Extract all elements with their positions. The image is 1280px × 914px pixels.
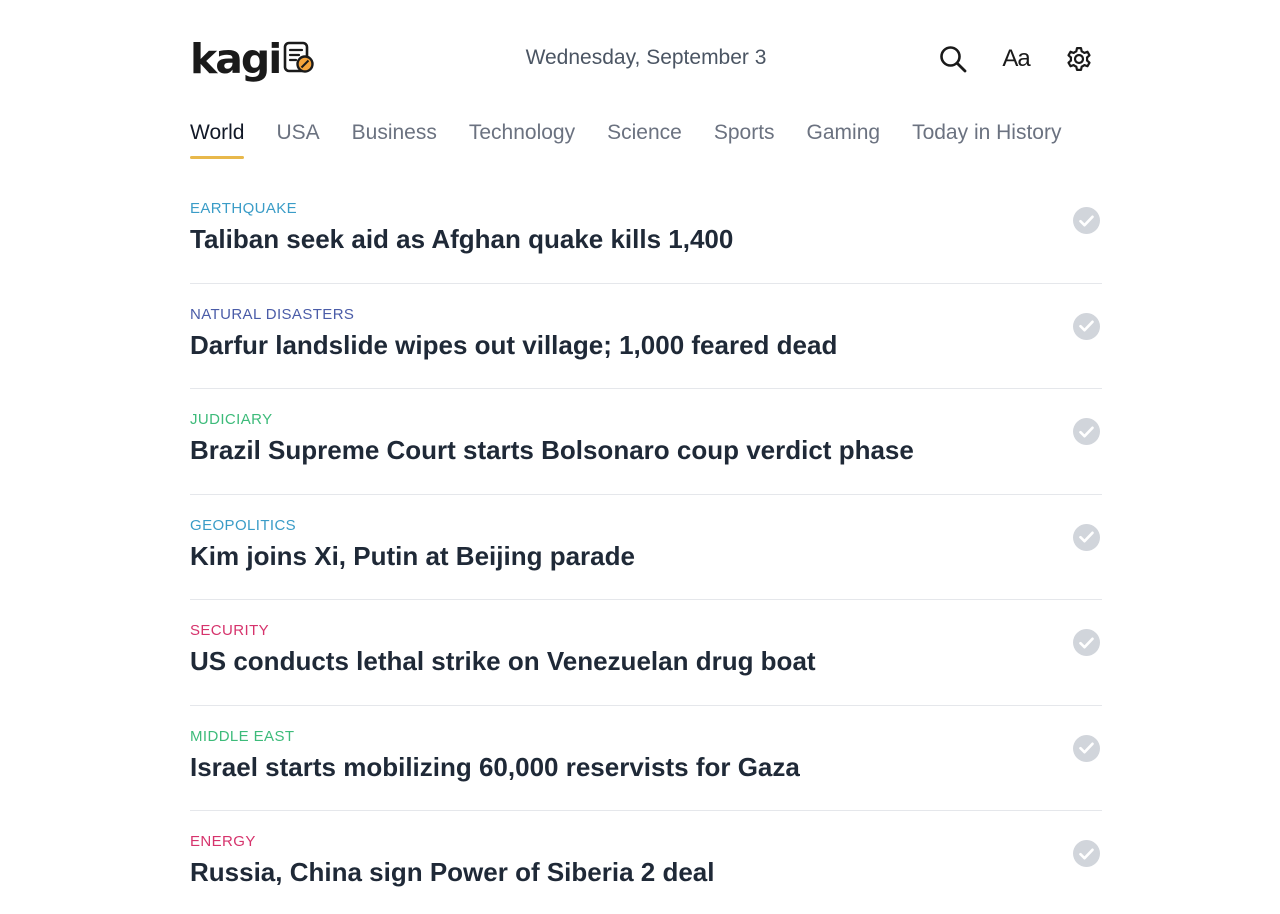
tab-today-in-history[interactable]: Today in History bbox=[912, 118, 1061, 162]
tab-technology[interactable]: Technology bbox=[469, 118, 575, 162]
story-category: SECURITY bbox=[190, 622, 270, 639]
tab-business[interactable]: Business bbox=[352, 118, 437, 162]
story-item[interactable]: EARTHQUAKE Taliban seek aid as Afghan qu… bbox=[190, 178, 1102, 284]
search-icon bbox=[940, 46, 967, 73]
font-size-icon: Aa bbox=[1002, 45, 1030, 72]
story-title[interactable]: Brazil Supreme Court starts Bolsonaro co… bbox=[190, 435, 914, 466]
read-toggle[interactable] bbox=[1073, 734, 1100, 762]
story-item[interactable]: GEOPOLITICS Kim joins Xi, Putin at Beiji… bbox=[190, 495, 1102, 600]
check-circle-icon bbox=[1079, 320, 1094, 332]
check-circle-icon bbox=[1079, 848, 1094, 859]
story-category: JUDICIARY bbox=[190, 411, 273, 428]
read-toggle[interactable] bbox=[1073, 840, 1100, 867]
story-title[interactable]: Kim joins Xi, Putin at Beijing parade bbox=[190, 541, 635, 572]
header-actions: Aa bbox=[936, 42, 1096, 76]
check-circle-icon bbox=[1079, 637, 1094, 648]
tab-world[interactable]: World bbox=[190, 118, 245, 162]
read-toggle[interactable] bbox=[1073, 312, 1100, 340]
tab-science[interactable]: Science bbox=[607, 118, 682, 162]
story-item[interactable]: NATURAL DISASTERS Darfur landslide wipes… bbox=[190, 284, 1102, 389]
gear-icon bbox=[1067, 47, 1091, 72]
story-item[interactable]: ENERGY Russia, China sign Power of Siber… bbox=[190, 811, 1102, 914]
font-size-button[interactable]: Aa bbox=[999, 42, 1033, 76]
story-category: MIDDLE EAST bbox=[190, 727, 295, 745]
tab-usa[interactable]: USA bbox=[276, 118, 319, 162]
story-item[interactable]: SECURITY US conducts lethal strike on Ve… bbox=[190, 600, 1102, 706]
story-category: ENERGY bbox=[190, 833, 256, 850]
story-title[interactable]: Taliban seek aid as Afghan quake kills 1… bbox=[190, 224, 733, 255]
story-list: EARTHQUAKE Taliban seek aid as Afghan qu… bbox=[190, 178, 1102, 914]
read-toggle[interactable] bbox=[1073, 629, 1100, 656]
story-category: NATURAL DISASTERS bbox=[190, 305, 355, 323]
check-circle-icon bbox=[1079, 215, 1094, 226]
read-toggle[interactable] bbox=[1073, 523, 1100, 551]
check-circle-icon bbox=[1079, 426, 1094, 437]
header: kagi Wednesday, September 3 Aa bbox=[190, 0, 1102, 118]
story-category: EARTHQUAKE bbox=[190, 200, 298, 217]
story-title[interactable]: Israel starts mobilizing 60,000 reservis… bbox=[190, 752, 800, 783]
settings-button[interactable] bbox=[1062, 42, 1096, 76]
story-item[interactable]: MIDDLE EAST Israel starts mobilizing 60,… bbox=[190, 706, 1102, 811]
read-toggle[interactable] bbox=[1073, 418, 1100, 445]
check-circle-icon bbox=[1079, 742, 1094, 754]
read-toggle[interactable] bbox=[1073, 207, 1100, 234]
story-title[interactable]: US conducts lethal strike on Venezuelan … bbox=[190, 646, 816, 677]
story-item[interactable]: JUDICIARY Brazil Supreme Court starts Bo… bbox=[190, 389, 1102, 495]
story-title[interactable]: Russia, China sign Power of Siberia 2 de… bbox=[190, 857, 714, 888]
tab-sports[interactable]: Sports bbox=[714, 118, 775, 162]
story-category: GEOPOLITICS bbox=[190, 516, 297, 534]
tab-gaming[interactable]: Gaming bbox=[807, 118, 881, 162]
story-title[interactable]: Darfur landslide wipes out village; 1,00… bbox=[190, 330, 837, 361]
check-circle-icon bbox=[1079, 531, 1094, 543]
page: kagi Wednesday, September 3 Aa World USA… bbox=[0, 0, 1280, 914]
category-tabs: World USA Business Technology Science Sp… bbox=[190, 118, 1102, 162]
main-container: kagi Wednesday, September 3 Aa World USA… bbox=[190, 0, 1102, 914]
search-button[interactable] bbox=[936, 42, 970, 76]
